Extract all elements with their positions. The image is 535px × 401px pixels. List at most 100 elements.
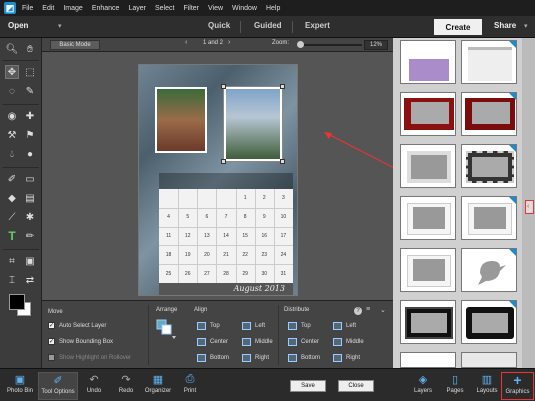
distribute-middle-icon[interactable]	[333, 338, 342, 346]
distribute-bottom-label[interactable]: Bottom	[301, 355, 320, 361]
align-right-label[interactable]: Right	[255, 355, 269, 361]
frame-thumbnail[interactable]	[461, 144, 517, 188]
open-dropdown-icon[interactable]: ▾	[58, 22, 62, 30]
distribute-center-icon[interactable]	[288, 338, 297, 346]
distribute-left-icon[interactable]	[333, 322, 342, 330]
bounding-box-handle[interactable]	[221, 159, 226, 164]
calendar-page[interactable]: 1 2 3 4 5 6 7 8 9 10 11 12 13 14 15 16 17 18 19 20 21 22 23 24 2…	[138, 64, 298, 296]
frame-thumbnail[interactable]	[461, 248, 517, 292]
frame-thumbnail[interactable]	[400, 248, 456, 292]
print-button[interactable]: ⎙ Print	[172, 372, 208, 400]
undo-button[interactable]: ↶ Undo	[76, 372, 112, 400]
tool-options-button[interactable]: ✐ Tool Options	[38, 372, 78, 400]
mode-expert[interactable]: Expert	[305, 21, 330, 30]
zoom-slider-handle[interactable]	[297, 41, 305, 48]
align-middle-icon[interactable]	[242, 338, 251, 346]
marquee-tool-icon[interactable]: ⬚	[23, 65, 37, 79]
menu-select[interactable]: Select	[155, 5, 174, 12]
bounding-box-handle[interactable]	[280, 159, 285, 164]
frame-thumbnail[interactable]	[461, 300, 517, 344]
menu-filter[interactable]: Filter	[183, 5, 199, 12]
frame-thumbnail[interactable]	[461, 196, 517, 240]
arrange-layers-icon[interactable]	[156, 317, 176, 339]
redo-button[interactable]: ↷ Redo	[108, 372, 144, 400]
type-tool-icon[interactable]: T	[5, 229, 19, 243]
highlight-checkbox[interactable]	[48, 354, 55, 361]
create-button[interactable]: Create	[434, 19, 482, 35]
distribute-left-label[interactable]: Left	[346, 323, 356, 329]
spot-healing-icon[interactable]: ✚	[23, 109, 37, 123]
gradient-tool-icon[interactable]: ▤	[23, 191, 37, 205]
blur-tool-icon[interactable]: 💧︎	[5, 147, 19, 161]
clone-stamp-icon[interactable]: ⚒	[5, 128, 19, 142]
menu-view[interactable]: View	[208, 5, 223, 12]
auto-select-checkbox[interactable]: ✓	[48, 322, 55, 329]
magic-wand-icon[interactable]: ✎	[23, 84, 37, 98]
frame-thumbnail[interactable]	[400, 352, 456, 368]
frame-thumbnail[interactable]	[461, 352, 517, 368]
distribute-top-icon[interactable]	[288, 322, 297, 330]
distribute-middle-label[interactable]: Middle	[346, 339, 364, 345]
frame-thumbnail[interactable]	[400, 144, 456, 188]
recompose-tool-icon[interactable]: ▣	[23, 254, 37, 268]
eye-tool-icon[interactable]: ◉	[5, 109, 19, 123]
paint-bucket-icon[interactable]: ◆	[5, 191, 19, 205]
layers-button[interactable]: ◈ Layers	[405, 372, 441, 400]
bounding-box-checkbox[interactable]: ✓	[48, 338, 55, 345]
lasso-tool-icon[interactable]: ◌	[5, 84, 19, 98]
align-bottom-label[interactable]: Bottom	[210, 355, 229, 361]
distribute-bottom-icon[interactable]	[288, 354, 297, 362]
sponge-tool-icon[interactable]: ●	[23, 147, 37, 161]
hand-tool-icon[interactable]: ✋︎	[23, 42, 37, 56]
align-left-icon[interactable]	[242, 322, 251, 330]
frame-thumbnail[interactable]	[400, 92, 456, 136]
eyedropper-icon[interactable]: ⟋	[5, 210, 19, 224]
menu-file[interactable]: File	[22, 5, 33, 12]
panel-collapse-handle[interactable]: ‹	[525, 200, 534, 214]
align-top-icon[interactable]	[197, 322, 206, 330]
mode-quick[interactable]: Quick	[208, 21, 230, 30]
align-center-label[interactable]: Center	[210, 339, 228, 345]
zoom-tool-icon[interactable]: 🔍︎	[5, 42, 19, 56]
content-move-icon[interactable]: ⇄	[23, 273, 37, 287]
distribute-center-label[interactable]: Center	[301, 339, 319, 345]
straighten-tool-icon[interactable]: ⌶	[5, 273, 19, 287]
custom-shape-icon[interactable]: ✱	[23, 210, 37, 224]
align-right-icon[interactable]	[242, 354, 251, 362]
distribute-right-icon[interactable]	[333, 354, 342, 362]
menu-help[interactable]: Help	[266, 5, 280, 12]
menu-enhance[interactable]: Enhance	[92, 5, 120, 12]
mode-guided[interactable]: Guided	[254, 21, 282, 30]
pages-button[interactable]: ▯ Pages	[437, 372, 473, 400]
photo-bin-button[interactable]: ▣ Photo Bin	[2, 372, 38, 400]
frame-thumbnail[interactable]	[461, 92, 517, 136]
align-middle-label[interactable]: Middle	[255, 339, 273, 345]
frame-thumbnail[interactable]	[400, 300, 456, 344]
panel-menu-icon[interactable]: ≡	[366, 306, 370, 313]
align-left-label[interactable]: Left	[255, 323, 265, 329]
frame-thumbnail[interactable]	[461, 40, 517, 84]
photo-frame-right[interactable]	[223, 86, 283, 162]
frame-thumbnail[interactable]	[400, 40, 456, 84]
graphics-button[interactable]: + Graphics	[501, 372, 534, 400]
pencil-tool-icon[interactable]: ✏	[23, 229, 37, 243]
close-button[interactable]: Close	[338, 380, 374, 392]
share-dropdown-icon[interactable]: ▾	[524, 22, 528, 30]
next-page-icon[interactable]: ›	[228, 39, 230, 46]
basic-mode-button[interactable]: Basic Mode	[50, 40, 100, 50]
menu-image[interactable]: Image	[63, 5, 82, 12]
align-center-icon[interactable]	[197, 338, 206, 346]
menu-window[interactable]: Window	[232, 5, 257, 12]
foreground-color-swatch[interactable]	[9, 294, 25, 310]
align-top-label[interactable]: Top	[210, 323, 220, 329]
eraser-tool-icon[interactable]: ▭	[23, 172, 37, 186]
bounding-box-handle[interactable]	[221, 84, 226, 89]
crop-tool-icon[interactable]: ⌗	[5, 254, 19, 268]
organizer-button[interactable]: ▦ Organizer	[140, 372, 176, 400]
help-icon[interactable]: ?	[354, 307, 362, 315]
layouts-button[interactable]: ▥ Layouts	[469, 372, 505, 400]
distribute-top-label[interactable]: Top	[301, 323, 311, 329]
open-button[interactable]: Open	[8, 21, 28, 30]
save-button[interactable]: Save	[290, 380, 326, 392]
pattern-stamp-icon[interactable]: ⚑	[23, 128, 37, 142]
